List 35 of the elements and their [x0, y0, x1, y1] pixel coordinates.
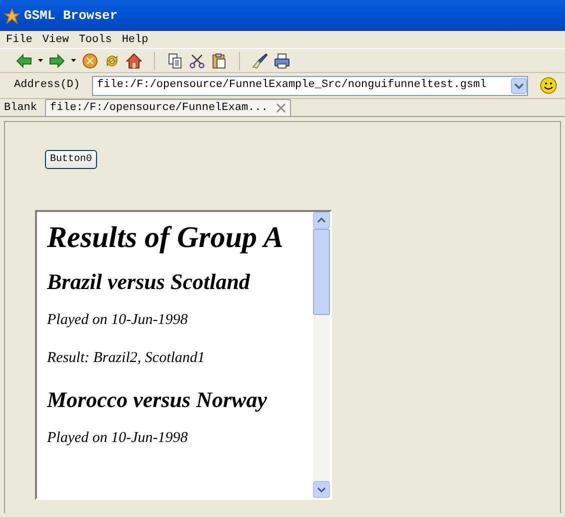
- scrollbar[interactable]: [313, 212, 330, 498]
- tab[interactable]: file:/F:/opensource/FunnelExam...: [45, 99, 291, 116]
- menu-item[interactable]: View: [42, 32, 69, 48]
- scroll-down-icon[interactable]: [313, 481, 330, 498]
- heading: Brazil versus Scotland: [47, 268, 250, 296]
- close-icon[interactable]: [276, 103, 286, 113]
- page-button[interactable]: Button0: [45, 150, 98, 169]
- clipboard-icon[interactable]: [211, 52, 227, 68]
- address-label: Address(D): [13, 78, 82, 94]
- address-field[interactable]: file:/F:/opensource/FunnelExample_Src/nonguifunneltest.gsml: [92, 76, 528, 96]
- caret-icon[interactable]: [38, 59, 43, 62]
- copy-icon[interactable]: [167, 52, 183, 68]
- refresh-icon[interactable]: [104, 52, 120, 68]
- menu-item[interactable]: File: [6, 32, 32, 48]
- tab[interactable]: Blank: [0, 100, 42, 116]
- window-title: GSML Browser: [24, 6, 118, 25]
- home-icon[interactable]: [126, 52, 142, 68]
- heading: Morocco versus Norway: [47, 386, 267, 414]
- back-arrow-icon[interactable]: [16, 54, 32, 68]
- printer-icon[interactable]: [274, 52, 290, 68]
- paragraph: Played on 10-Jun-1998: [47, 311, 188, 330]
- paragraph: Result: Brazil2, Scotland1: [47, 349, 205, 368]
- star-icon: [4, 8, 20, 24]
- menu-item[interactable]: Help: [122, 32, 148, 48]
- heading: Results of Group A: [47, 220, 284, 256]
- smiley-icon[interactable]: [540, 77, 557, 94]
- menu-item[interactable]: Tools: [78, 32, 112, 48]
- scroll-up-icon[interactable]: [313, 212, 330, 229]
- caret-icon[interactable]: [71, 59, 76, 62]
- scissors-icon[interactable]: [189, 52, 205, 68]
- forward-arrow-icon[interactable]: [49, 54, 65, 68]
- stop-icon[interactable]: [82, 52, 98, 68]
- paragraph: Played on 10-Jun-1998: [47, 429, 188, 448]
- brush-icon[interactable]: [252, 52, 268, 68]
- scroll-thumb[interactable]: [313, 229, 330, 315]
